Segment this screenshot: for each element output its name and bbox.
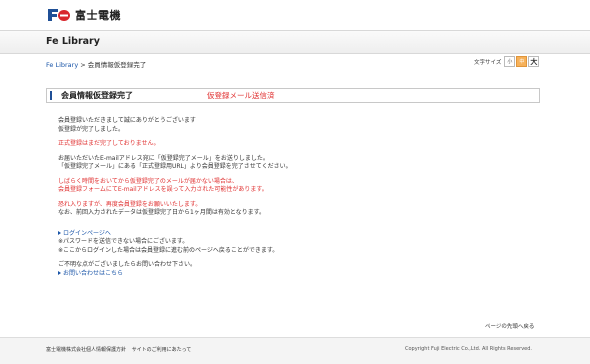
- body-line: ご不明な点がございましたらお問い合わせ下さい。: [58, 261, 197, 268]
- back-to-top-label: ページの先頭へ戻る: [485, 324, 535, 330]
- body-line: なお、前回入力されたデータは仮登録完了日から1ヶ月間は有効となります。: [58, 209, 266, 216]
- login-page-link-label: ログインページへ: [63, 229, 111, 237]
- page-title: 会員情報仮登録完了: [61, 91, 133, 100]
- body-warning-line: 恐れ入りますが、再度会員登録をお願いいたします。: [58, 200, 202, 208]
- breadcrumb: Fe Library > 会員情報仮登録完了: [46, 59, 146, 69]
- heading-accent-bar: [50, 91, 52, 100]
- body-line: 仮登録が完了しました。: [58, 125, 125, 133]
- page-status-text: 仮登録メール送信済: [207, 91, 275, 100]
- font-size-medium-button[interactable]: 中: [516, 56, 528, 67]
- font-size-small-button[interactable]: 小: [504, 56, 516, 67]
- body-warning-line: しばらく時間をおいてから仮登録完了のメールが届かない場合は、: [58, 177, 238, 185]
- body-line: 「仮登録完了メール」にある「正式登録用URL」より会員登録を完了させてください。: [58, 163, 292, 170]
- breadcrumb-separator: >: [80, 61, 86, 69]
- page-heading-box: 会員情報仮登録完了 仮登録メール送信済: [46, 88, 540, 103]
- arrow-right-icon: [58, 231, 61, 235]
- breadcrumb-home-link[interactable]: Fe Library: [46, 61, 78, 69]
- fe-logo-icon: [48, 9, 70, 21]
- body-line: 会員登録いただきまして誠にありがとうございます: [58, 117, 196, 124]
- login-page-link[interactable]: ログインページへ: [58, 230, 538, 239]
- body-note: ※ここからログインした場合は会員登録に進む前のページへ戻ることができます。: [58, 246, 279, 254]
- body-warning-line: 会員登録フォームにてE-mailアドレスを誤って入力された可能性があります。: [58, 186, 268, 193]
- contact-link[interactable]: お問い合わせはこちら: [58, 270, 538, 279]
- footer-links: 富士電機株式会社個人情報保護方針 サイトのご利用にあたって: [46, 346, 195, 353]
- fuji-electric-logo[interactable]: 富士電機: [46, 7, 121, 23]
- header: 富士電機: [0, 0, 590, 30]
- footer: 富士電機株式会社個人情報保護方針 サイトのご利用にあたって Copyright …: [0, 337, 590, 364]
- site-title[interactable]: Fe Library: [46, 36, 100, 47]
- back-to-top-link[interactable]: ページの先頭へ戻る: [485, 322, 534, 330]
- font-size-label: 文字サイズ: [474, 59, 502, 66]
- main-content: 会員登録いただきまして誠にありがとうございます 仮登録が完了しました。 正式登録…: [58, 117, 538, 278]
- body-line: お届いただいたE-mailアドレス宛に「仮登録完了メール」をお送りしました。: [58, 154, 269, 162]
- copyright-text: Copyright Fuji Electric Co.,Ltd. All Rig…: [404, 346, 532, 352]
- footer-privacy-link[interactable]: 富士電機株式会社個人情報保護方針: [46, 347, 126, 353]
- arrow-right-icon: [58, 271, 61, 275]
- site-bar: Fe Library: [0, 30, 590, 54]
- body-note: ※パスワードを送信できない場合にございます。: [58, 238, 189, 245]
- font-size-switcher: 文字サイズ 小 中 大: [474, 56, 540, 67]
- font-size-large-button[interactable]: 大: [528, 56, 540, 67]
- contact-link-label: お問い合わせはこちら: [63, 269, 124, 277]
- footer-terms-link[interactable]: サイトのご利用にあたって: [132, 347, 192, 353]
- logo-text: 富士電機: [75, 9, 121, 22]
- body-warning-line: 正式登録はまだ完了しておりません。: [58, 140, 160, 147]
- breadcrumb-current: 会員情報仮登録完了: [87, 61, 147, 69]
